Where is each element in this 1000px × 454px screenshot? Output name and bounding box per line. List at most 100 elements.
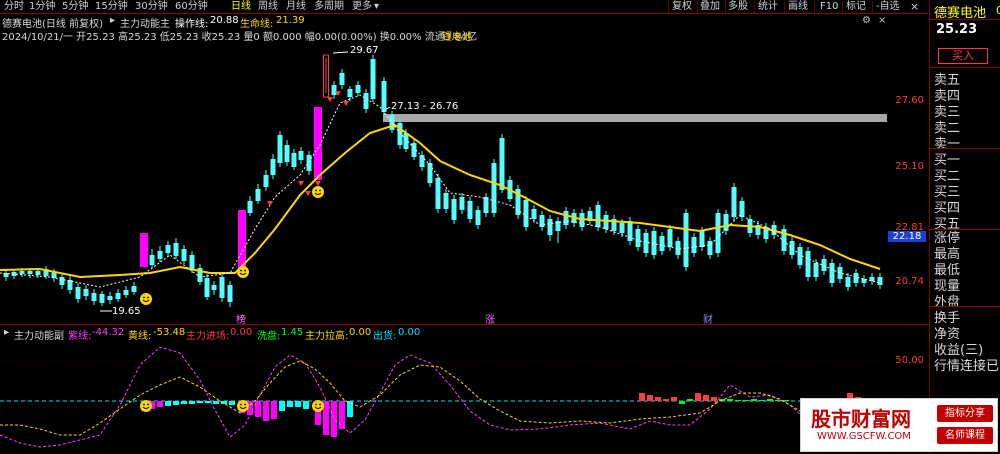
period-tab-more[interactable]: 更多 xyxy=(352,0,372,14)
f10-button[interactable]: F10 xyxy=(820,0,838,14)
concept-tag[interactable]: 锂电池 xyxy=(442,28,472,43)
histogram-bar xyxy=(679,401,685,404)
multi-stock-button[interactable]: 多股 xyxy=(728,0,748,14)
candle-body xyxy=(435,178,441,209)
histogram-bar xyxy=(263,401,269,421)
close-icon[interactable]: × xyxy=(878,15,886,26)
smiley-eye xyxy=(240,403,242,406)
toolbar-separator xyxy=(842,1,843,13)
mark-button[interactable]: 标记 xyxy=(846,0,866,14)
buy-arrow-marker xyxy=(267,201,273,206)
indicator-expand-icon[interactable]: ▸ xyxy=(4,327,9,338)
period-tab-5min[interactable]: 5分钟 xyxy=(62,0,88,14)
period-tab-15min[interactable]: 15分钟 xyxy=(95,0,128,14)
candle-body xyxy=(247,201,253,213)
buy-arrow-marker xyxy=(343,101,349,106)
candle-body xyxy=(131,286,137,292)
watermark-tag-indicator: 指标分享 xyxy=(937,405,993,422)
candle-body xyxy=(173,243,179,256)
candle-body xyxy=(99,294,105,303)
draw-line-button[interactable]: 画线 xyxy=(788,0,808,14)
candle-body xyxy=(211,285,217,290)
sub-axis-label: 50.00 xyxy=(895,355,924,366)
candle-body xyxy=(347,89,353,97)
smiley-eye xyxy=(244,269,246,272)
candle-body xyxy=(149,255,155,265)
period-toolbar: 分时 1分钟 5分钟 15分钟 30分钟 60分钟 日线 周线 月线 多周期 更… xyxy=(0,0,928,14)
period-tab-monthly[interactable]: 月线 xyxy=(286,0,306,14)
candle-body xyxy=(531,209,537,219)
candle-body xyxy=(603,215,609,229)
legend-wash-label: 洗盘: xyxy=(257,331,281,342)
legend-lift-label: 主力拉高: xyxy=(305,331,349,342)
histogram-bar xyxy=(703,395,709,401)
histogram-bar xyxy=(775,400,781,401)
legend-out-value: 0.00 xyxy=(398,327,421,338)
candle-body xyxy=(370,59,376,99)
candle-body xyxy=(853,273,859,283)
histogram-bar xyxy=(279,401,285,411)
candle-body xyxy=(491,163,497,213)
yellow-line-series xyxy=(0,360,889,446)
candle-body xyxy=(691,237,697,253)
main-candlestick-chart[interactable]: 德赛电池(日线 前复权) ▸ 主力动能主 操作线: 20.88 生命线: 21.… xyxy=(0,15,928,326)
main-chart-canvas xyxy=(0,51,887,312)
remove-watchlist-button[interactable]: -自选 xyxy=(876,0,900,14)
candle-body xyxy=(157,251,163,259)
candle-body xyxy=(389,115,395,130)
sub-indicator-chart[interactable]: ▸ 主力动能副 紫线: -44.32 黄线: -53.48 主力进场: 0.00… xyxy=(0,325,928,454)
candle-body xyxy=(75,287,81,299)
candle-body xyxy=(475,210,481,225)
candle-body xyxy=(189,255,195,269)
fuquan-button[interactable]: 复权 xyxy=(672,0,692,14)
period-tab-30min[interactable]: 30分钟 xyxy=(135,0,168,14)
histogram-bar xyxy=(157,401,163,407)
statistics-button[interactable]: 统计 xyxy=(758,0,778,14)
histogram-bar xyxy=(743,400,749,401)
histogram-bar xyxy=(189,401,195,404)
period-tab-60min[interactable]: 60分钟 xyxy=(175,0,208,14)
buy-button[interactable]: 买入 xyxy=(938,48,988,64)
toolbar-separator xyxy=(872,1,873,13)
histogram-bar xyxy=(751,399,757,401)
period-tab-multi[interactable]: 多周期 xyxy=(314,0,344,14)
candle-body xyxy=(27,271,33,274)
histogram-bar xyxy=(197,401,203,403)
candle-body xyxy=(363,93,369,109)
smiley-eye xyxy=(143,403,145,406)
legend-purple-value: -44.32 xyxy=(92,327,125,338)
candle-body xyxy=(123,290,129,295)
period-tab-daily[interactable]: 日线 xyxy=(231,0,251,14)
histogram-bar xyxy=(735,400,741,401)
sub-indicator-name[interactable]: 主力动能副 xyxy=(14,327,64,342)
overlay-button[interactable]: 叠加 xyxy=(700,0,720,14)
candle-body xyxy=(659,236,665,251)
period-tab-fenshi[interactable]: 分时 xyxy=(4,0,24,14)
connection-status: 行情连接已 xyxy=(934,359,1000,374)
histogram-bar xyxy=(255,401,261,417)
histogram-bar xyxy=(173,401,179,405)
settings-icon[interactable]: ⚙ xyxy=(862,15,871,26)
high-price-annotation: 29.67 xyxy=(350,45,379,56)
histogram-bar xyxy=(639,393,645,401)
chevron-down-icon[interactable]: ▾ xyxy=(374,0,379,14)
candle-body xyxy=(107,296,113,300)
period-tab-1min[interactable]: 1分钟 xyxy=(29,0,55,14)
op-line-value: 20.88 xyxy=(210,15,239,26)
smiley-signal-icon xyxy=(237,400,249,412)
histogram-bar xyxy=(271,401,277,419)
period-tab-weekly[interactable]: 周线 xyxy=(258,0,278,14)
price-range-band xyxy=(383,114,887,122)
legend-lift-value: 0.00 xyxy=(349,327,372,338)
histogram-bar xyxy=(229,401,235,405)
candle-body xyxy=(270,159,276,175)
candle-body xyxy=(683,213,689,267)
indicator-expand-icon[interactable]: ▸ xyxy=(110,15,115,26)
close-icon[interactable]: × xyxy=(910,0,919,14)
legend-wash-value: 1.45 xyxy=(281,327,304,338)
smiley-signal-icon xyxy=(312,400,324,412)
toolbar-separator xyxy=(784,1,785,13)
legend-purple-label: 紫线: xyxy=(68,331,92,342)
candle-body xyxy=(805,251,811,277)
histogram-bar xyxy=(727,399,733,401)
